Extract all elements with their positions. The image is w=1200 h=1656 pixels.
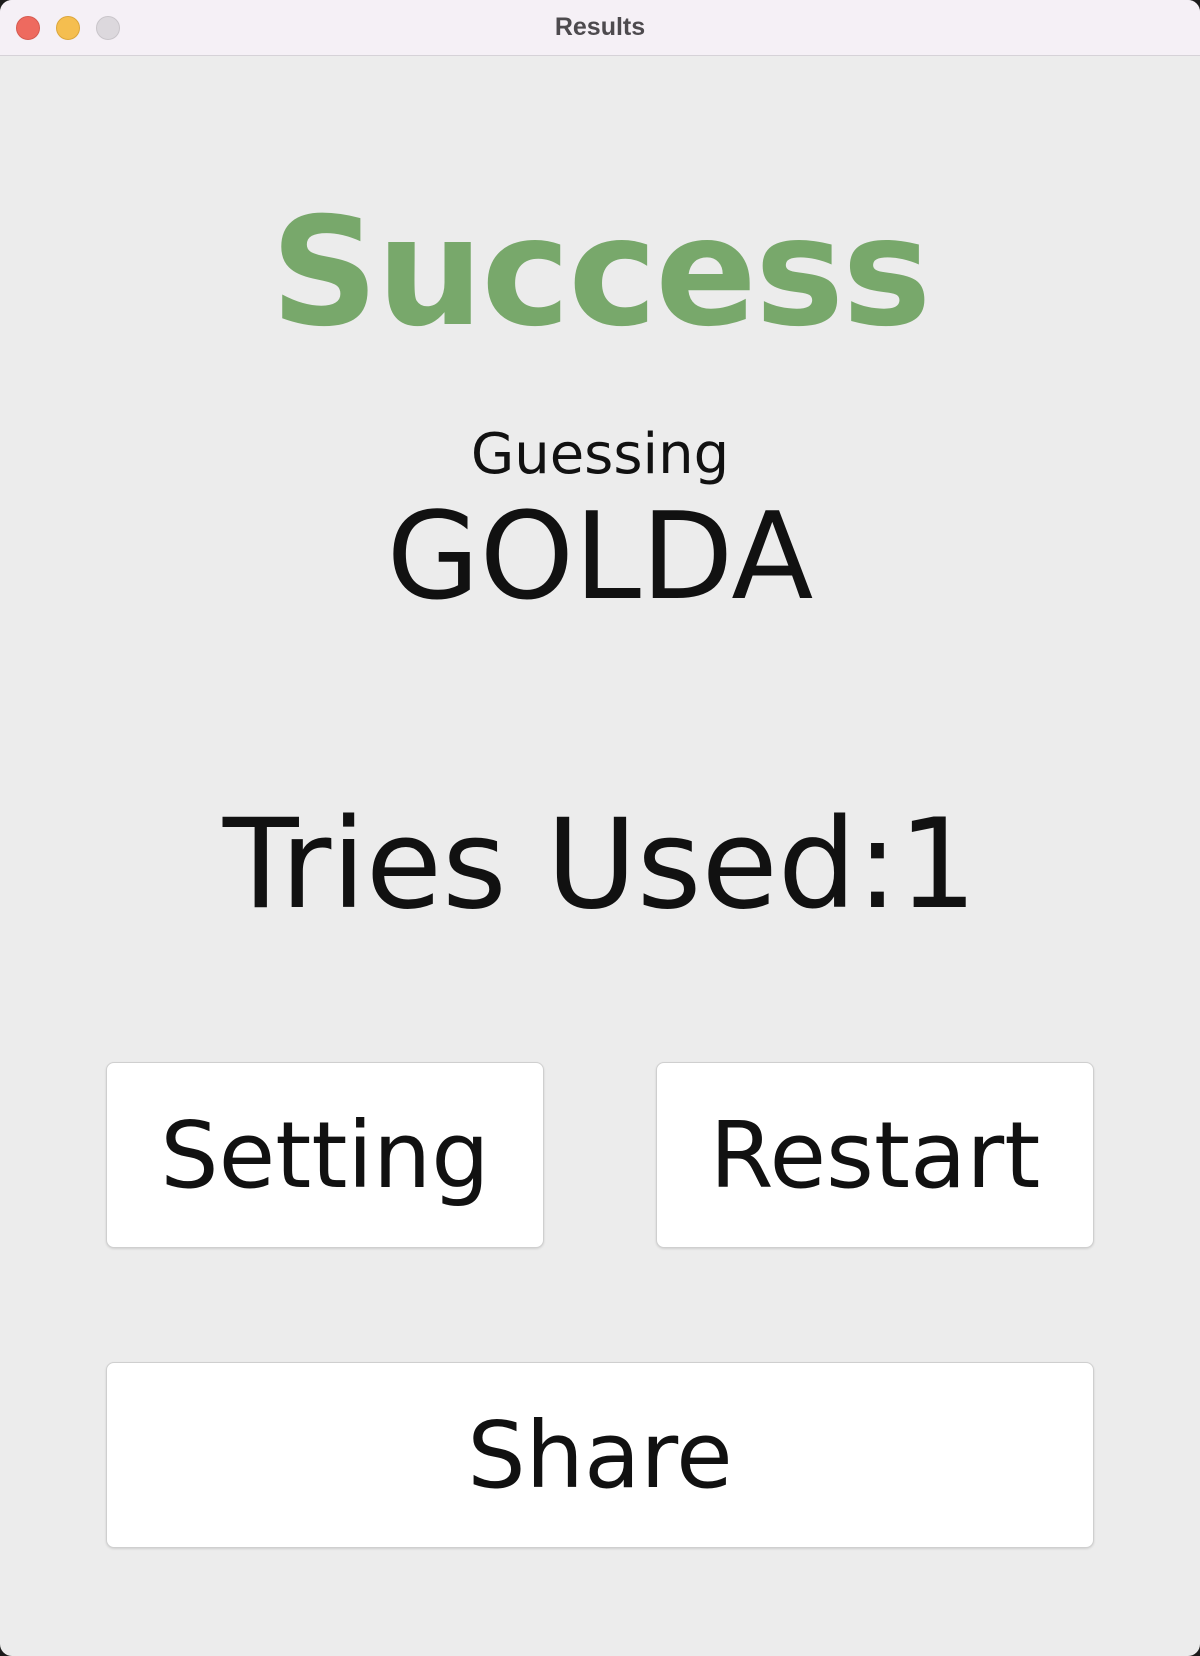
restart-button[interactable]: Restart <box>656 1062 1094 1248</box>
results-window: Results Success Guessing GOLDA Tries Use… <box>0 0 1200 1656</box>
window-title: Results <box>554 13 646 41</box>
tries-used-text: Tries Used:1 <box>222 793 978 937</box>
share-button[interactable]: Share <box>106 1362 1094 1548</box>
result-headline: Success <box>270 186 932 360</box>
answer-word: GOLDA <box>386 488 814 627</box>
guessing-label: Guessing <box>470 422 730 487</box>
title-bar: Results <box>0 0 1200 56</box>
setting-button[interactable]: Setting <box>106 1062 544 1248</box>
